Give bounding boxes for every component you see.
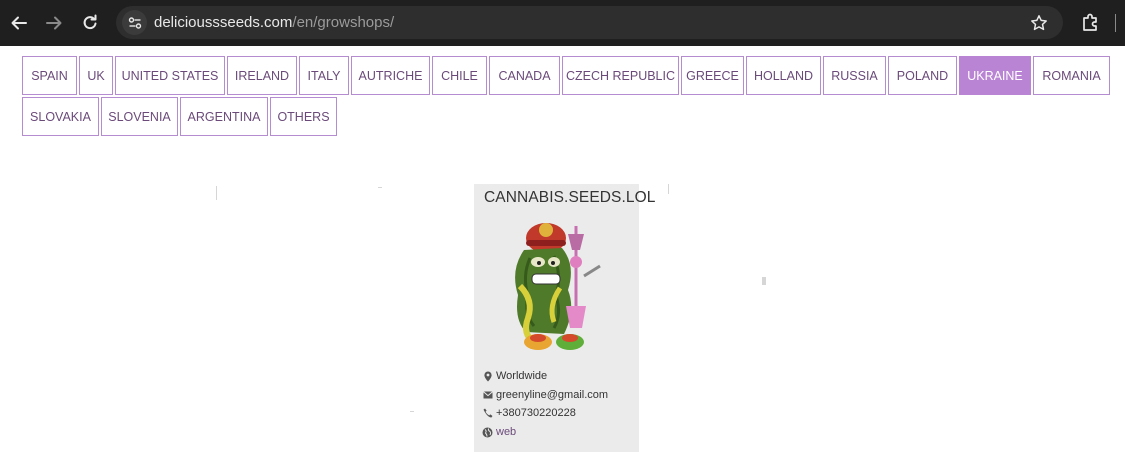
tab-czech-republic[interactable]: CZECH REPUBLIC bbox=[562, 56, 679, 95]
url-domain: delicioussseeds.com bbox=[154, 14, 293, 31]
tab-ireland[interactable]: IRELAND bbox=[227, 56, 297, 95]
website-link[interactable]: web bbox=[496, 426, 516, 438]
envelope-icon bbox=[482, 390, 493, 401]
tab-italy[interactable]: ITALY bbox=[299, 56, 349, 95]
growshop-phone: +380730220228 bbox=[482, 407, 576, 419]
decorative-mark bbox=[668, 184, 669, 194]
map-pin-icon bbox=[482, 371, 493, 382]
tab-holland[interactable]: HOLLAND bbox=[746, 56, 821, 95]
tab-united-states[interactable]: UNITED STATES bbox=[115, 56, 225, 95]
location-text: Worldwide bbox=[496, 370, 548, 382]
reload-icon[interactable] bbox=[77, 10, 103, 36]
site-info-icon[interactable] bbox=[122, 10, 147, 35]
decorative-mark bbox=[216, 186, 217, 200]
country-tabs-row-1: SPAIN UK UNITED STATES IRELAND ITALY AUTRICHE… bbox=[22, 56, 1125, 95]
growshop-name: CANNABIS.SEEDS.LOL bbox=[484, 189, 656, 206]
tab-argentina[interactable]: ARGENTINA bbox=[180, 97, 268, 136]
tab-slovenia[interactable]: SLOVENIA bbox=[101, 97, 178, 136]
email-text[interactable]: greenyline@gmail.com bbox=[496, 389, 608, 401]
tab-spain[interactable]: SPAIN bbox=[22, 56, 77, 95]
tab-canada[interactable]: CANADA bbox=[489, 56, 560, 95]
url-text[interactable]: delicioussseeds.com/en/growshops/ bbox=[154, 14, 394, 31]
tab-others[interactable]: OTHERS bbox=[270, 97, 337, 136]
extensions-icon[interactable] bbox=[1080, 11, 1102, 33]
browser-toolbar: delicioussseeds.com/en/growshops/ bbox=[0, 0, 1125, 46]
country-tabs-row-2: SLOVAKIA SLOVENIA ARGENTINA OTHERS bbox=[22, 97, 1125, 136]
decorative-mark bbox=[762, 277, 766, 285]
tab-slovakia[interactable]: SLOVAKIA bbox=[22, 97, 99, 136]
back-arrow-icon[interactable] bbox=[6, 10, 32, 36]
tab-chile[interactable]: CHILE bbox=[432, 56, 487, 95]
tab-romania[interactable]: ROMANIA bbox=[1033, 56, 1110, 95]
tab-uk[interactable]: UK bbox=[79, 56, 113, 95]
url-path: /en/growshops/ bbox=[292, 14, 395, 31]
growshop-website: web bbox=[482, 426, 516, 438]
growshop-location: Worldwide bbox=[482, 370, 547, 382]
phone-icon bbox=[482, 408, 493, 419]
toolbar-divider bbox=[1115, 14, 1116, 32]
tab-autriche[interactable]: AUTRICHE bbox=[351, 56, 430, 95]
address-bar[interactable]: delicioussseeds.com/en/growshops/ bbox=[116, 6, 1063, 39]
bookmark-star-icon[interactable] bbox=[1029, 13, 1049, 33]
country-tabs: SPAIN UK UNITED STATES IRELAND ITALY AUTRICHE… bbox=[22, 56, 1125, 138]
growshop-card: CANNABIS.SEEDS.LOL Worldwide greenyline@… bbox=[474, 184, 655, 452]
decorative-mark bbox=[378, 187, 382, 188]
forward-arrow-icon[interactable] bbox=[41, 10, 67, 36]
tab-poland[interactable]: POLAND bbox=[888, 56, 957, 95]
tab-greece[interactable]: GREECE bbox=[681, 56, 744, 95]
growshop-email: greenyline@gmail.com bbox=[482, 389, 608, 401]
growshop-logo[interactable] bbox=[504, 210, 614, 362]
tab-ukraine[interactable]: UKRAINE bbox=[959, 56, 1031, 95]
tab-russia[interactable]: RUSSIA bbox=[823, 56, 886, 95]
phone-text[interactable]: +380730220228 bbox=[496, 407, 576, 419]
globe-icon bbox=[482, 427, 493, 438]
decorative-mark bbox=[410, 411, 414, 412]
